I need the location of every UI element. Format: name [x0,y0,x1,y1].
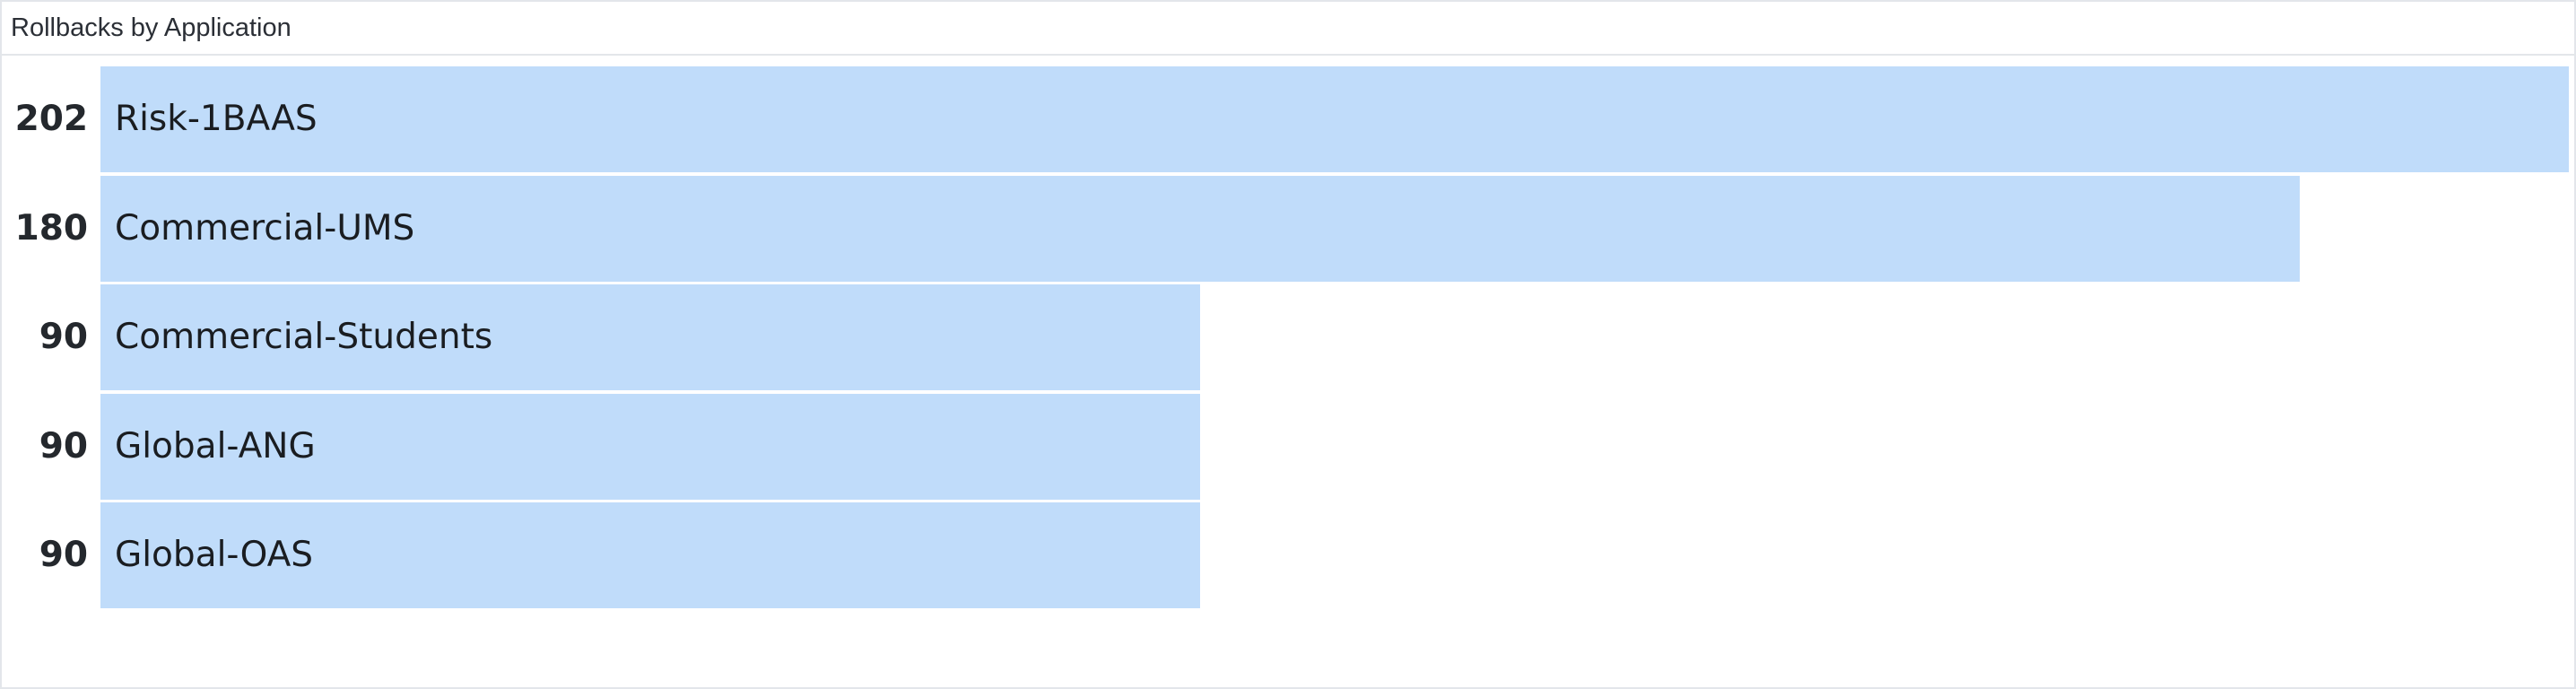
bar-value-label: 90 [39,425,88,467]
bar-label: Risk-1BAAS [115,99,318,139]
panel-header: Rollbacks by Application [2,2,2574,56]
bar-chart: Risk-1BAAS 202 Commercial-UMS 180 Commercial… [2,59,2574,687]
bar-value-label: 90 [39,535,88,575]
bar-value-label: 180 [14,207,88,249]
bar-label: Commercial-UMS [115,207,415,249]
bar-value-label: 90 [39,317,88,357]
chart-panel: Rollbacks by Application Risk-1BAAS 202 Co… [0,0,2576,689]
bar-label: Commercial-Students [115,317,493,357]
bar-value-label: 202 [14,99,88,139]
bar[interactable] [100,66,2569,172]
bar-label: Global-OAS [115,535,314,575]
bar-label: Global-ANG [115,425,316,467]
panel-title: Rollbacks by Application [11,13,292,42]
bar[interactable] [100,175,2301,282]
